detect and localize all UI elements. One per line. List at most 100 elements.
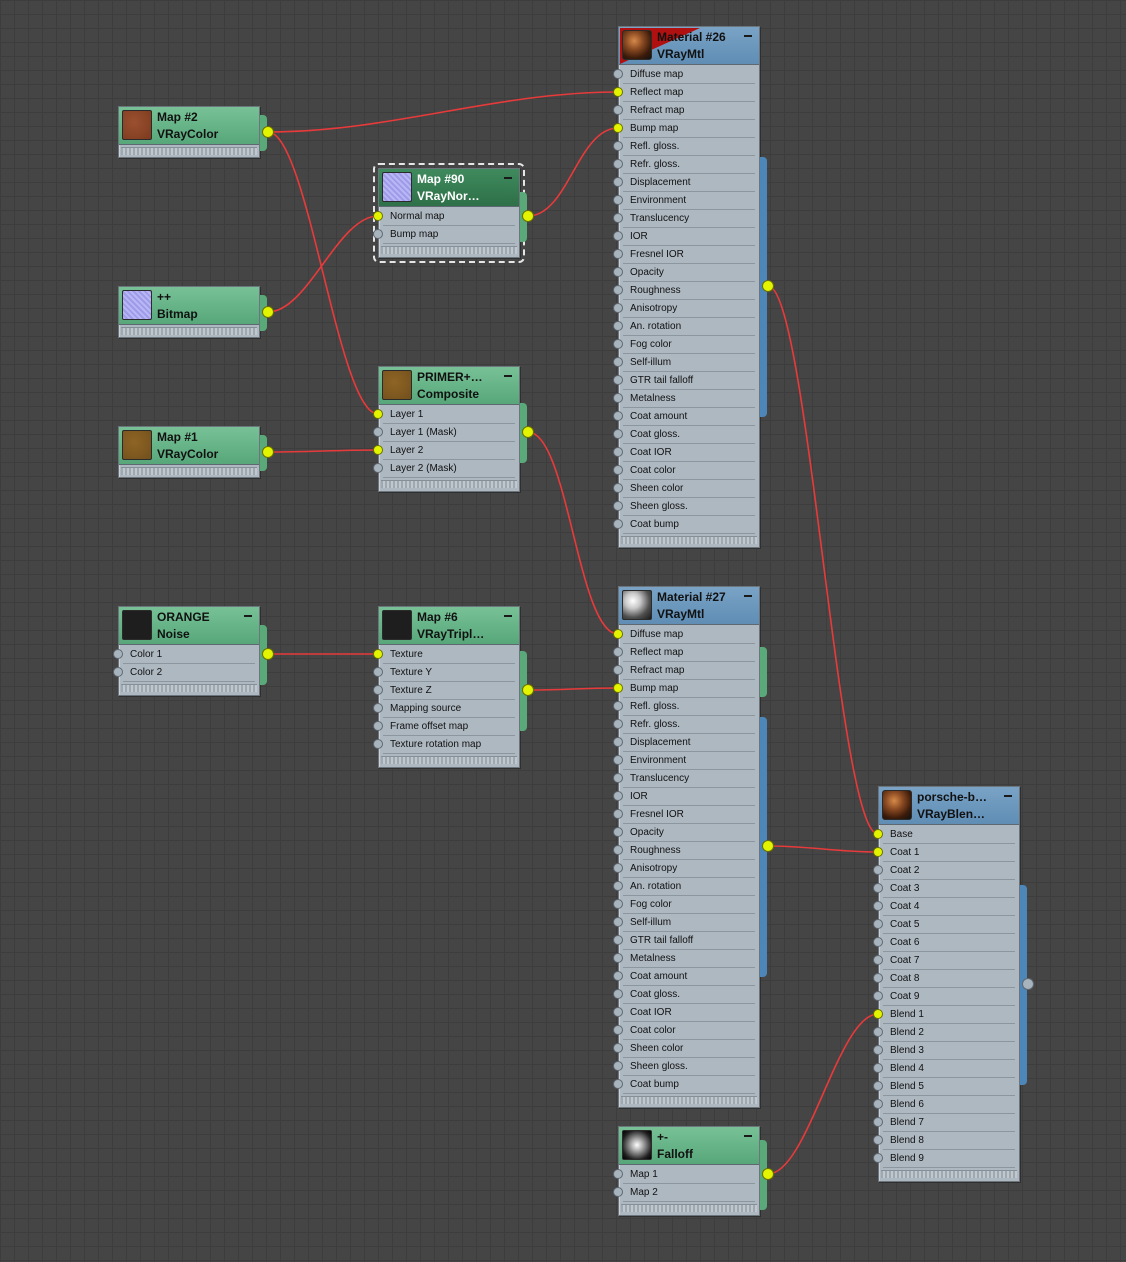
input-slot[interactable]: Metalness: [623, 950, 755, 968]
input-socket[interactable]: [373, 667, 383, 677]
input-socket[interactable]: [373, 211, 383, 221]
input-socket[interactable]: [873, 937, 883, 947]
input-slot[interactable]: Refl. gloss.: [623, 698, 755, 716]
input-slot[interactable]: Coat 3: [883, 880, 1015, 898]
input-slot[interactable]: Self-illum: [623, 914, 755, 932]
input-socket[interactable]: [613, 1061, 623, 1071]
node-porsche[interactable]: porsche-b… VRayBlen… Base Coat 1 Coat 2 Coat …: [878, 786, 1027, 1182]
node-header[interactable]: porsche-b… VRayBlen…: [879, 787, 1019, 825]
input-slot[interactable]: Refract map: [623, 662, 755, 680]
input-socket[interactable]: [613, 791, 623, 801]
input-socket[interactable]: [613, 1169, 623, 1179]
input-slot[interactable]: Displacement: [623, 734, 755, 752]
input-slot[interactable]: Normal map: [383, 208, 515, 226]
node-header[interactable]: PRIMER+… Composite: [379, 367, 519, 405]
input-socket[interactable]: [613, 935, 623, 945]
collapse-icon[interactable]: [1004, 795, 1012, 797]
input-slot[interactable]: Diffuse map: [623, 66, 755, 84]
node-resize-footer[interactable]: [121, 327, 257, 335]
input-slot[interactable]: Coat 2: [883, 862, 1015, 880]
input-socket[interactable]: [873, 991, 883, 1001]
input-socket[interactable]: [873, 955, 883, 965]
input-slot[interactable]: Coat gloss.: [623, 426, 755, 444]
node-mat26[interactable]: Material #26 VRayMtl Diffuse map Reflect ma…: [618, 26, 767, 548]
output-socket[interactable]: [262, 306, 274, 318]
output-socket[interactable]: [762, 280, 774, 292]
input-slot[interactable]: Refr. gloss.: [623, 156, 755, 174]
node-orange[interactable]: ORANGE Noise Color 1 Color 2: [118, 606, 267, 696]
input-slot[interactable]: Self-illum: [623, 354, 755, 372]
input-socket[interactable]: [373, 463, 383, 473]
node-mat27[interactable]: Material #27 VRayMtl Diffuse map Reflect ma…: [618, 586, 767, 1108]
input-socket[interactable]: [613, 881, 623, 891]
input-slot[interactable]: Blend 2: [883, 1024, 1015, 1042]
input-socket[interactable]: [373, 739, 383, 749]
input-slot[interactable]: Anisotropy: [623, 300, 755, 318]
node-bitmap[interactable]: ++ Bitmap: [118, 286, 267, 338]
input-socket[interactable]: [873, 829, 883, 839]
input-slot[interactable]: Sheen gloss.: [623, 498, 755, 516]
input-slot[interactable]: Reflect map: [623, 644, 755, 662]
input-socket[interactable]: [613, 971, 623, 981]
input-slot[interactable]: Fog color: [623, 896, 755, 914]
wire-map6-to-mat27[interactable]: [527, 687, 619, 691]
input-socket[interactable]: [873, 1099, 883, 1109]
input-slot[interactable]: GTR tail falloff: [623, 372, 755, 390]
input-slot[interactable]: Frame offset map: [383, 718, 515, 736]
node-header[interactable]: +- Falloff: [619, 1127, 759, 1165]
output-socket[interactable]: [262, 126, 274, 138]
input-socket[interactable]: [873, 865, 883, 875]
input-socket[interactable]: [613, 141, 623, 151]
input-socket[interactable]: [373, 685, 383, 695]
input-slot[interactable]: Bump map: [623, 680, 755, 698]
node-header[interactable]: ORANGE Noise: [119, 607, 259, 645]
input-socket[interactable]: [873, 1135, 883, 1145]
input-slot[interactable]: Coat IOR: [623, 444, 755, 462]
node-primer[interactable]: PRIMER+… Composite Layer 1 Layer 1 (Mask) La…: [378, 366, 527, 492]
input-slot[interactable]: Refract map: [623, 102, 755, 120]
input-slot[interactable]: Mapping source: [383, 700, 515, 718]
input-socket[interactable]: [613, 285, 623, 295]
input-socket[interactable]: [613, 755, 623, 765]
input-socket[interactable]: [613, 1079, 623, 1089]
node-resize-footer[interactable]: [621, 1204, 757, 1212]
collapse-icon[interactable]: [504, 177, 512, 179]
input-socket[interactable]: [613, 303, 623, 313]
input-slot[interactable]: IOR: [623, 788, 755, 806]
input-slot[interactable]: Coat 6: [883, 934, 1015, 952]
input-slot[interactable]: Layer 2: [383, 442, 515, 460]
input-slot[interactable]: Coat bump: [623, 516, 755, 534]
input-socket[interactable]: [613, 809, 623, 819]
input-socket[interactable]: [613, 177, 623, 187]
wire-mat27-to-porsche[interactable]: [767, 845, 879, 853]
input-slot[interactable]: Blend 1: [883, 1006, 1015, 1024]
input-socket[interactable]: [613, 123, 623, 133]
input-slot[interactable]: Texture Z: [383, 682, 515, 700]
input-socket[interactable]: [373, 721, 383, 731]
node-header[interactable]: ++ Bitmap: [119, 287, 259, 325]
input-slot[interactable]: Diffuse map: [623, 626, 755, 644]
input-slot[interactable]: An. rotation: [623, 878, 755, 896]
input-socket[interactable]: [873, 883, 883, 893]
input-socket[interactable]: [873, 1027, 883, 1037]
input-slot[interactable]: Metalness: [623, 390, 755, 408]
input-slot[interactable]: Opacity: [623, 824, 755, 842]
input-socket[interactable]: [113, 649, 123, 659]
wire-primer-to-mat27[interactable]: [527, 431, 619, 635]
node-resize-footer[interactable]: [381, 246, 517, 254]
input-slot[interactable]: Color 1: [123, 646, 255, 664]
input-slot[interactable]: Coat 1: [883, 844, 1015, 862]
input-socket[interactable]: [613, 87, 623, 97]
input-socket[interactable]: [873, 901, 883, 911]
input-socket[interactable]: [873, 1009, 883, 1019]
input-slot[interactable]: Texture rotation map: [383, 736, 515, 754]
collapse-icon[interactable]: [504, 375, 512, 377]
input-socket[interactable]: [613, 665, 623, 675]
input-slot[interactable]: Coat 4: [883, 898, 1015, 916]
input-socket[interactable]: [873, 1153, 883, 1163]
input-slot[interactable]: Coat 8: [883, 970, 1015, 988]
input-slot[interactable]: Coat 5: [883, 916, 1015, 934]
input-slot[interactable]: Blend 9: [883, 1150, 1015, 1168]
input-socket[interactable]: [373, 445, 383, 455]
input-slot[interactable]: Fresnel IOR: [623, 806, 755, 824]
